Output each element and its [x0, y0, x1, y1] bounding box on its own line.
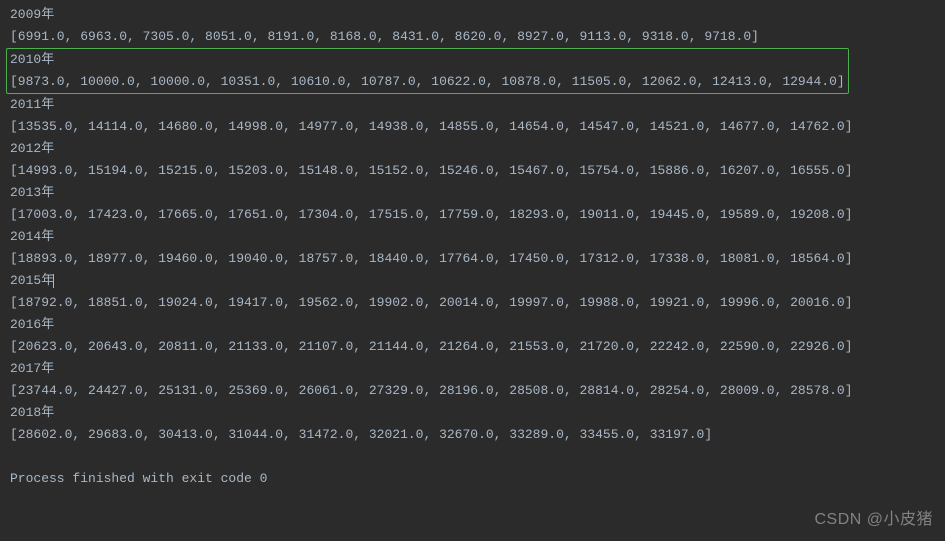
year-label: 2018年 [10, 402, 935, 424]
year-label: 2011年 [10, 94, 935, 116]
values-line: [6991.0, 6963.0, 7305.0, 8051.0, 8191.0,… [10, 26, 935, 48]
values-line: [18893.0, 18977.0, 19460.0, 19040.0, 187… [10, 248, 935, 270]
values-line: [14993.0, 15194.0, 15215.0, 15203.0, 151… [10, 160, 935, 182]
values-line: [23744.0, 24427.0, 25131.0, 25369.0, 260… [10, 380, 935, 402]
year-label: 2015年 [10, 270, 935, 292]
year-label: 2014年 [10, 226, 935, 248]
year-label: 2017年 [10, 358, 935, 380]
values-line: [18792.0, 18851.0, 19024.0, 19417.0, 195… [10, 292, 935, 314]
text-cursor [53, 274, 54, 288]
watermark: CSDN @小皮猪 [814, 509, 933, 531]
values-line: [9873.0, 10000.0, 10000.0, 10351.0, 1061… [10, 71, 845, 93]
highlighted-entry: 2010年[9873.0, 10000.0, 10000.0, 10351.0,… [6, 48, 849, 94]
values-line: [20623.0, 20643.0, 20811.0, 21133.0, 211… [10, 336, 935, 358]
console-output[interactable]: 2009年[6991.0, 6963.0, 7305.0, 8051.0, 81… [10, 4, 935, 446]
year-label: 2010年 [10, 49, 845, 71]
year-label: 2016年 [10, 314, 935, 336]
values-line: [13535.0, 14114.0, 14680.0, 14998.0, 149… [10, 116, 935, 138]
exit-message: Process finished with exit code 0 [10, 468, 935, 490]
year-label: 2009年 [10, 4, 935, 26]
year-label: 2012年 [10, 138, 935, 160]
values-line: [28602.0, 29683.0, 30413.0, 31044.0, 314… [10, 424, 935, 446]
values-line: [17003.0, 17423.0, 17665.0, 17651.0, 173… [10, 204, 935, 226]
blank-line [10, 446, 935, 468]
year-label: 2013年 [10, 182, 935, 204]
